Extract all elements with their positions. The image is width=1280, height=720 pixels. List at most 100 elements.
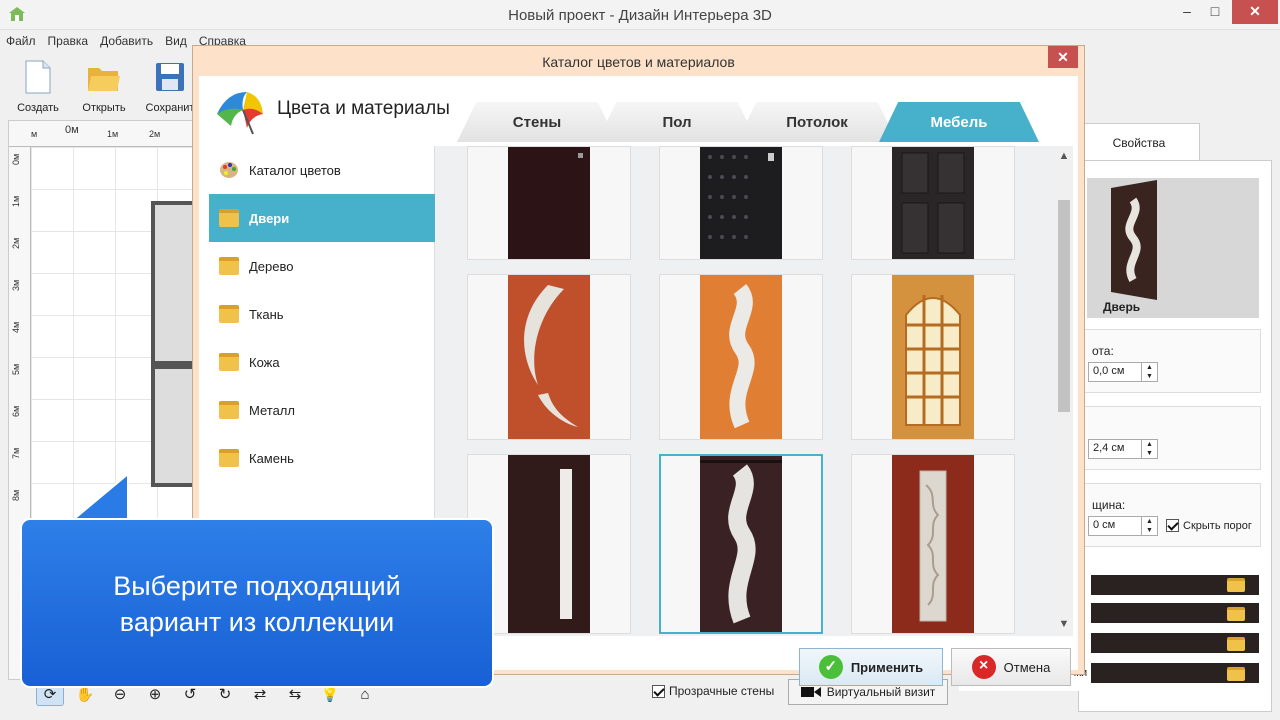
thickness-value: 0 см — [1093, 519, 1116, 531]
checkbox-icon[interactable] — [652, 684, 665, 698]
category-label: Двери — [249, 210, 290, 226]
callout-line: Выберите подходящий — [113, 571, 401, 601]
folder-open-icon — [88, 68, 120, 91]
preview-label: Дверь — [1103, 300, 1141, 314]
category-label: Ткань — [249, 306, 284, 322]
main-toolbar: Создать Открыть Сохранит — [0, 54, 200, 118]
category-label: Каталог цветов — [249, 162, 341, 178]
ruler-tick: 0м — [11, 153, 21, 165]
height-label: ота: — [1092, 344, 1114, 358]
door-swatch[interactable] — [659, 146, 823, 260]
folder-icon[interactable] — [1227, 607, 1245, 621]
ruler-tick: м — [31, 129, 38, 139]
ruler-tick: 5м — [11, 363, 21, 375]
checkbox-icon[interactable] — [1166, 519, 1179, 532]
menu-view[interactable]: Вид — [159, 31, 193, 51]
door-image — [892, 275, 974, 439]
title-bar: Новый проект - Дизайн Интерьера 3D – □ ✕ — [0, 0, 1280, 30]
transparent-walls-checkbox[interactable]: Прозрачные стены — [652, 684, 774, 698]
door-swatch[interactable] — [851, 146, 1015, 260]
cancel-button[interactable]: × Отмена — [951, 648, 1071, 686]
spin-arrows-icon[interactable]: ▲ ▼ — [1141, 517, 1157, 535]
category-label: Камень — [249, 450, 294, 466]
maximize-button[interactable]: □ — [1198, 0, 1232, 24]
width-field[interactable]: 2,4 см ▲ ▼ — [1088, 439, 1158, 459]
gallery-scrollbar[interactable]: ▲ ▼ — [1055, 146, 1073, 636]
folder-icon — [219, 449, 239, 467]
ruler-tick: 2м — [11, 237, 21, 249]
room-wall[interactable] — [151, 201, 197, 365]
ruler-tick: 7м — [11, 447, 21, 459]
category-metal[interactable]: Металл — [209, 386, 435, 434]
door-swatch[interactable] — [851, 274, 1015, 440]
height-field[interactable]: 0,0 см ▲ ▼ — [1088, 362, 1158, 382]
callout-text: Выберите подходящий вариант из коллекции — [22, 568, 492, 640]
thickness-label: щина: — [1092, 498, 1126, 512]
width-value: 2,4 см — [1093, 442, 1125, 454]
tab-walls[interactable]: Стены — [457, 102, 617, 142]
door-swatch[interactable] — [467, 274, 631, 440]
tab-furniture[interactable]: Мебель — [879, 102, 1039, 142]
door-swatch-selected[interactable] — [659, 454, 823, 634]
folder-icon[interactable] — [1227, 578, 1245, 592]
tab-label: Потолок — [786, 114, 848, 131]
floppy-disk-icon — [156, 63, 184, 91]
door-swatch[interactable] — [851, 454, 1015, 634]
door-swatch[interactable] — [659, 274, 823, 440]
folder-icon — [219, 305, 239, 323]
open-button[interactable]: Открыть — [74, 58, 134, 114]
tab-label: Пол — [662, 114, 692, 131]
dialog-close-button[interactable]: ✕ — [1048, 46, 1078, 68]
menu-add[interactable]: Добавить — [94, 31, 159, 51]
apply-label: Применить — [850, 659, 924, 675]
ruler-tick: 6м — [11, 405, 21, 417]
ruler-tick: 8м — [11, 489, 21, 501]
category-label: Кожа — [249, 354, 280, 370]
hide-threshold-checkbox[interactable]: Скрыть порог — [1166, 519, 1252, 532]
room-wall[interactable] — [151, 365, 197, 487]
menu-file[interactable]: Файл — [0, 31, 42, 51]
create-label: Создать — [17, 102, 59, 114]
apply-button[interactable]: ✓ Применить — [799, 648, 943, 686]
thickness-field[interactable]: 0 см ▲ ▼ — [1088, 516, 1158, 536]
category-doors[interactable]: Двери — [209, 194, 447, 242]
door-image — [700, 275, 782, 439]
save-button[interactable]: Сохранит — [140, 58, 200, 114]
dialog-header-title: Цвета и материалы — [277, 98, 450, 119]
folder-icon — [219, 257, 239, 275]
spin-arrows-icon[interactable]: ▲ ▼ — [1141, 363, 1157, 381]
window-title: Новый проект - Дизайн Интерьера 3D — [508, 7, 772, 24]
tabs-bar: Стены Пол Потолок Мебель — [457, 102, 1057, 142]
category-stone[interactable]: Камень — [209, 434, 435, 482]
checkmark-icon: ✓ — [818, 655, 843, 679]
category-fabric[interactable]: Ткань — [209, 290, 435, 338]
tab-properties[interactable]: Свойства — [1078, 123, 1200, 161]
thickness-group: щина: 0 см ▲ ▼ Скрыть порог — [1083, 483, 1261, 547]
category-wood[interactable]: Дерево — [209, 242, 435, 290]
material-gallery — [435, 146, 1055, 636]
category-leather[interactable]: Кожа — [209, 338, 435, 386]
scroll-thumb[interactable] — [1058, 200, 1070, 412]
menu-edit[interactable]: Правка — [42, 31, 95, 51]
spin-arrows-icon[interactable]: ▲ ▼ — [1141, 440, 1157, 458]
callout-line: вариант из коллекции — [119, 607, 395, 637]
tab-floor[interactable]: Пол — [597, 102, 757, 142]
door-image — [892, 455, 974, 633]
tab-ceiling[interactable]: Потолок — [737, 102, 897, 142]
close-window-button[interactable]: ✕ — [1232, 0, 1278, 24]
category-color-catalog[interactable]: Каталог цветов — [209, 146, 435, 194]
ruler-tick: 4м — [11, 321, 21, 333]
scroll-up-icon[interactable]: ▲ — [1055, 150, 1073, 162]
tab-label: Стены — [512, 114, 562, 131]
scroll-down-icon[interactable]: ▼ — [1055, 618, 1073, 630]
save-label: Сохранит — [145, 102, 195, 114]
category-label: Дерево — [249, 258, 294, 274]
door-swatch[interactable] — [467, 146, 631, 260]
ruler-tick: 0м — [65, 124, 79, 136]
virtual-visit-label: Виртуальный визит — [826, 685, 936, 699]
ruler-tick: 2м — [149, 129, 161, 139]
create-button[interactable]: Создать — [8, 58, 68, 114]
folder-icon[interactable] — [1227, 637, 1245, 651]
door-image — [700, 456, 782, 632]
folder-icon[interactable] — [1227, 667, 1245, 681]
